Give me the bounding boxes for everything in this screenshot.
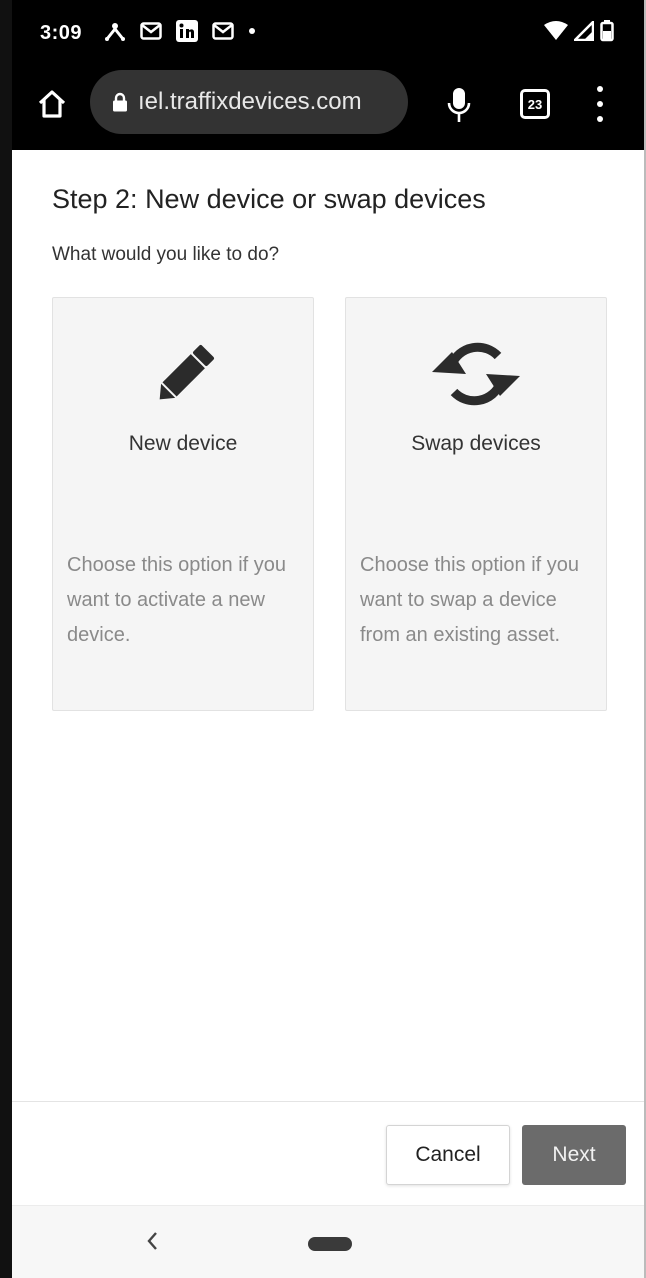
new-device-option[interactable]: New device Choose this option if you wan… [52, 297, 314, 711]
system-icons [538, 20, 614, 42]
home-pill[interactable] [308, 1237, 352, 1251]
status-time: 3:09 [40, 22, 83, 44]
menu-dot [597, 101, 603, 107]
browser-toolbar: ıel.traffixdevices.com 23 [12, 64, 644, 150]
chevron-left-icon [147, 1232, 157, 1250]
gmail-icon [140, 22, 162, 40]
cancel-button[interactable]: Cancel [386, 1125, 510, 1185]
url-text: ıel.traffixdevices.com [138, 88, 362, 115]
address-bar[interactable]: ıel.traffixdevices.com [90, 70, 408, 134]
tab-switcher-button[interactable]: 23 [520, 89, 550, 119]
gmail-icon [212, 22, 234, 40]
overflow-menu-button[interactable] [588, 86, 612, 122]
network-icon [104, 21, 126, 41]
voice-search-button[interactable] [442, 84, 476, 126]
system-navigation-bar [12, 1205, 644, 1278]
pencil-icon [53, 334, 313, 418]
page-title: Step 2: New device or swap devices [52, 184, 486, 214]
next-button[interactable]: Next [522, 1125, 626, 1185]
battery-icon [600, 20, 614, 42]
wifi-icon [544, 21, 568, 41]
linkedin-icon [176, 20, 198, 42]
notification-icons [104, 20, 270, 42]
dot-icon [248, 27, 256, 35]
microphone-icon [447, 88, 471, 122]
phone-screen: 3:09 ıel.traffixdevices.com 23 Step 2: N… [0, 0, 646, 1278]
option-title: Swap devices [411, 432, 541, 455]
form-footer: Cancel Next [12, 1101, 644, 1206]
home-icon [38, 90, 66, 118]
page-question: What would you like to do? [52, 244, 280, 265]
menu-dot [597, 116, 603, 122]
option-title: New device [128, 432, 238, 455]
option-description: Choose this option if you want to activa… [67, 554, 287, 646]
signal-icon [574, 21, 594, 41]
option-description: Choose this option if you want to swap a… [360, 554, 580, 646]
lock-icon [112, 92, 128, 112]
back-button[interactable] [140, 1228, 164, 1254]
home-button[interactable] [32, 84, 72, 124]
status-bar: 3:09 [12, 0, 644, 64]
swap-arrows-icon [346, 334, 606, 414]
menu-dot [597, 86, 603, 92]
swap-devices-option[interactable]: Swap devices Choose this option if you w… [345, 297, 607, 711]
